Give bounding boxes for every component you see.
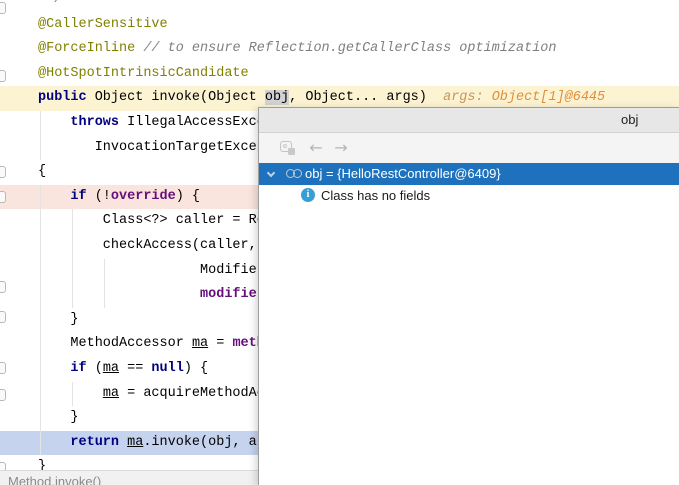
history-back-button[interactable]: ← <box>307 139 325 157</box>
popup-title: obj <box>621 112 638 127</box>
code-text: if (ma == null) { <box>0 357 208 382</box>
code-text: Modifier <box>0 259 265 284</box>
code-segment <box>38 189 70 204</box>
code-segment: ma <box>103 386 119 401</box>
fold-marker-icon[interactable] <box>0 389 6 401</box>
code-segment: @ForceInline <box>38 41 143 56</box>
code-segment: override <box>111 189 176 204</box>
code-text: ma = acquireMethodAc <box>0 382 265 407</box>
info-icon: i <box>301 188 315 202</box>
code-segment: (! <box>87 189 111 204</box>
value-icon <box>286 169 304 179</box>
copy-icon-square <box>288 148 295 155</box>
code-segment: // to ensure Reflection.getCallerClass o… <box>143 41 556 56</box>
code-segment <box>38 386 103 401</box>
code-segment: ) { <box>184 361 208 376</box>
code-segment: .invoke(obj, ar <box>143 435 265 450</box>
code-text: { <box>0 160 46 185</box>
fold-marker-icon[interactable] <box>0 191 6 203</box>
code-text: return ma.invoke(obj, ar <box>0 431 265 456</box>
breadcrumb[interactable]: Method.invoke() <box>8 474 101 485</box>
copy-value-button[interactable] <box>279 139 297 157</box>
code-segment: @HotSpotIntrinsicCandidate <box>38 66 249 81</box>
forward-arrow-icon: → <box>334 138 347 157</box>
code-segment: args: <box>427 90 492 105</box>
fold-marker-icon[interactable] <box>0 362 6 374</box>
code-text: @HotSpotIntrinsicCandidate <box>0 62 249 87</box>
code-segment: = acquireMethodAc <box>119 386 265 401</box>
code-segment: } <box>38 312 79 327</box>
variable-node-selected[interactable]: obj = {HelloRestController@6409} <box>259 163 679 185</box>
code-text: MethodAccessor ma = meth <box>0 332 265 357</box>
code-segment: checkAccess(caller, <box>38 238 257 253</box>
code-line: @HotSpotIntrinsicCandidate <box>0 62 679 87</box>
ide-window: */ @CallerSensitive @ForceInline // to ens… <box>0 0 679 485</box>
variable-label: obj = {HelloRestController@6409} <box>305 166 501 181</box>
code-segment: IllegalAccessExce <box>119 115 265 130</box>
popup-toolbar: ← → <box>259 133 679 163</box>
code-segment: null <box>151 361 183 376</box>
code-segment: Object[1]@6445 <box>492 90 605 105</box>
code-segment: ma <box>103 361 119 376</box>
copy-icon-dot <box>283 144 287 148</box>
code-segment: public <box>38 90 87 105</box>
code-segment: == <box>119 361 151 376</box>
code-segment: */ <box>38 0 62 7</box>
code-segment: modifier <box>200 287 265 302</box>
fold-marker-icon[interactable] <box>0 311 6 323</box>
code-text: throws IllegalAccessExce <box>0 111 265 136</box>
chevron-down-icon[interactable] <box>267 169 275 177</box>
code-segment: if <box>70 189 86 204</box>
no-fields-row: i Class has no fields <box>259 185 679 207</box>
code-segment: MethodAccessor <box>38 336 192 351</box>
code-segment: InvocationTargetExcep <box>38 140 265 155</box>
no-fields-message: Class has no fields <box>321 188 430 203</box>
code-text: } <box>0 406 79 431</box>
code-segment: = <box>208 336 232 351</box>
code-segment: return <box>70 435 119 450</box>
code-segment: { <box>38 164 46 179</box>
code-text: checkAccess(caller, <box>0 234 257 259</box>
history-forward-button[interactable]: → <box>332 139 350 157</box>
fold-marker-icon[interactable] <box>0 2 6 14</box>
code-line: */ <box>0 0 679 13</box>
fold-marker-icon[interactable] <box>0 70 6 82</box>
code-text: Class<?> caller = Re <box>0 209 265 234</box>
code-text: InvocationTargetExcep <box>0 136 265 161</box>
code-segment: ma <box>192 336 208 351</box>
code-text: if (!override) { <box>0 185 200 210</box>
code-text: */ <box>0 0 62 13</box>
code-segment: Modifier <box>38 263 265 278</box>
code-segment <box>38 435 70 450</box>
code-text: @CallerSensitive <box>0 13 168 38</box>
code-segment: throws <box>70 115 119 130</box>
code-text: modifier <box>0 283 265 308</box>
code-line: @CallerSensitive <box>0 13 679 38</box>
code-segment <box>38 115 70 130</box>
code-segment: ma <box>127 435 143 450</box>
code-segment: obj <box>265 90 289 105</box>
code-segment <box>38 287 200 302</box>
code-segment <box>38 361 70 376</box>
code-text: } <box>0 308 79 333</box>
code-line: @ForceInline // to ensure Reflection.get… <box>0 37 679 62</box>
back-arrow-icon: ← <box>309 138 322 157</box>
code-segment: @CallerSensitive <box>38 17 168 32</box>
code-segment: Class<?> caller = Re <box>38 213 265 228</box>
code-segment: Object invoke(Object <box>87 90 265 105</box>
code-segment: } <box>38 410 79 425</box>
popup-titlebar[interactable]: obj <box>259 108 679 133</box>
fold-marker-icon[interactable] <box>0 166 6 178</box>
debugger-evaluate-popup: obj ← → obj = {HelloRestController@6409} <box>258 107 679 485</box>
code-segment <box>119 435 127 450</box>
code-segment: , Object... args) <box>289 90 427 105</box>
fold-marker-icon[interactable] <box>0 281 6 293</box>
code-segment: ) { <box>176 189 200 204</box>
code-segment: ( <box>87 361 103 376</box>
code-segment: if <box>70 361 86 376</box>
code-text: @ForceInline // to ensure Reflection.get… <box>0 37 557 62</box>
variables-tree: obj = {HelloRestController@6409} i Class… <box>259 163 679 207</box>
